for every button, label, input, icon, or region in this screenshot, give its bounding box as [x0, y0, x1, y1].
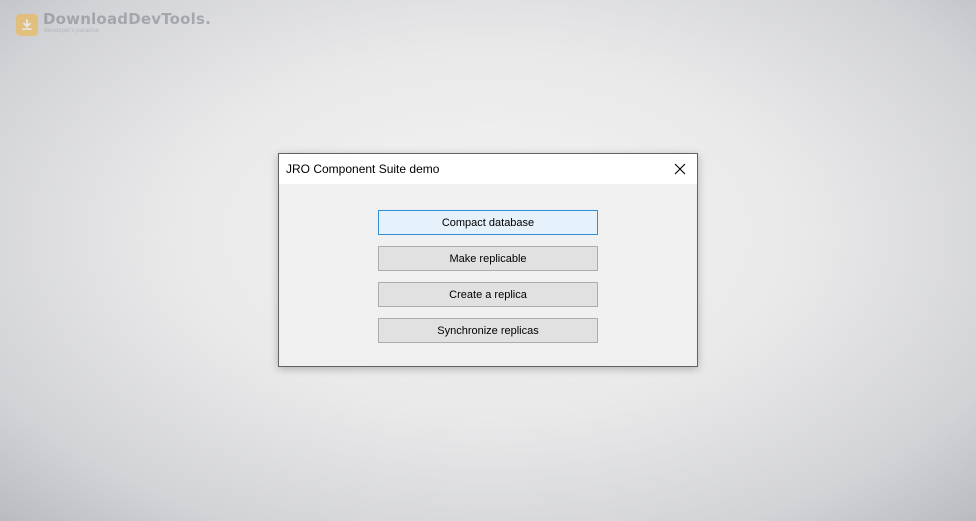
dialog-title: JRO Component Suite demo [286, 162, 440, 176]
synchronize-replicas-button[interactable]: Synchronize replicas [378, 318, 598, 343]
watermark-logo-icon [16, 14, 38, 36]
compact-database-button[interactable]: Compact database [378, 210, 598, 235]
watermark-title: DownloadDevTools. [43, 10, 212, 28]
close-button[interactable] [663, 154, 697, 184]
make-replicable-button[interactable]: Make replicable [378, 246, 598, 271]
watermark: DownloadDevTools. developer's paradise [16, 12, 211, 36]
dialog-content: Compact database Make replicable Create … [279, 184, 697, 366]
close-icon [674, 163, 686, 175]
dialog-window: JRO Component Suite demo Compact databas… [278, 153, 698, 367]
create-replica-button[interactable]: Create a replica [378, 282, 598, 307]
dialog-titlebar[interactable]: JRO Component Suite demo [279, 154, 697, 184]
watermark-tagline: developer's paradise [44, 28, 100, 34]
